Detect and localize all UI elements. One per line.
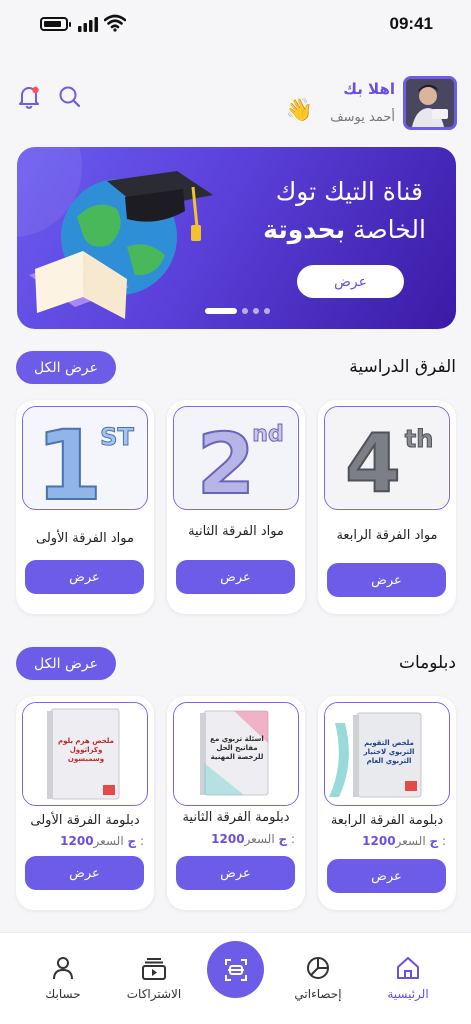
grade-2nd-badge-number: 2 — [197, 415, 255, 508]
promo-banner[interactable]: قناة التيك توك الخاصة بحدوتة عرض — [17, 147, 456, 329]
pie-chart-icon — [307, 957, 329, 979]
grade-card-title: مواد الفرقة الأولى — [36, 531, 134, 546]
home-icon — [397, 957, 419, 979]
carousel-dots[interactable] — [205, 308, 270, 316]
grade-1st-badge-number: 1 — [36, 410, 103, 508]
grade-1st-image: 1 ST — [22, 406, 148, 510]
grade-card-4th[interactable]: 4 th مواد الفرقة الرابعة عرض — [318, 400, 456, 614]
diploma-card-title: دبلومة الفرقة الثانية — [182, 810, 290, 825]
grade-2nd-view-button[interactable]: عرض — [176, 560, 295, 594]
diploma-card-1st[interactable]: ملخص هرم بلوم وكراثوول وسمبسون دبلومة ال… — [16, 696, 154, 910]
diploma-price: 1200ج السعر : — [362, 834, 446, 848]
nav-account[interactable]: حسابك — [18, 955, 108, 1009]
grades-cards: 4 th مواد الفرقة الرابعة عرض 2 nd مواد ا… — [16, 400, 456, 614]
grade-card-2nd[interactable]: 2 nd مواد الفرقة الثانية عرض — [167, 400, 305, 614]
carousel-dot[interactable] — [242, 308, 248, 314]
banner-title-line2: الخاصة بحدوتة — [263, 215, 426, 244]
diploma-2nd-book-image: اسئلة تربوي مع مفاتيح الحل للرخصة المهني… — [173, 702, 299, 806]
nav-home-label: الرئيسية — [387, 987, 429, 1001]
nav-subscriptions[interactable]: الاشتراكات — [109, 955, 199, 1009]
diploma-1st-book-image: ملخص هرم بلوم وكراثوول وسمبسون — [22, 702, 148, 806]
wifi-icon — [104, 14, 126, 32]
grades-view-all-button[interactable]: عرض الكل — [16, 351, 116, 384]
diploma-4th-book-text: ملخص التقويم التربوي لاختبار التربوي الع… — [363, 739, 415, 765]
grade-card-title: مواد الفرقة الرابعة — [336, 528, 438, 543]
grade-1st-view-button[interactable]: عرض — [25, 560, 144, 594]
grades-section-title: الفرق الدراسية — [349, 357, 456, 377]
diploma-price: 1200ج السعر : — [211, 832, 295, 846]
nav-stats-label: إحصاءاتي — [294, 987, 342, 1001]
diploma-card-title: دبلومة الفرقة الأولى — [30, 813, 140, 828]
diploma-4th-book-image: ملخص التقويم التربوي لاختبار التربوي الع… — [324, 702, 450, 806]
grade-4th-badge-number: 4 — [345, 417, 401, 508]
grade-4th-view-button[interactable]: عرض — [327, 563, 446, 597]
diploma-card-4th[interactable]: ملخص التقويم التربوي لاختبار التربوي الع… — [318, 696, 456, 910]
grades-section-header: عرض الكل الفرق الدراسية — [16, 351, 456, 385]
wave-emoji: 👋 — [285, 98, 313, 123]
diplomas-view-all-button[interactable]: عرض الكل — [16, 647, 116, 680]
search-icon[interactable] — [57, 84, 83, 110]
avatar[interactable] — [403, 76, 457, 130]
bell-icon[interactable] — [16, 84, 42, 110]
scan-icon — [224, 958, 247, 981]
status-bar: 09:41 — [0, 0, 471, 50]
banner-view-button[interactable]: عرض — [297, 265, 404, 298]
diploma-2nd-view-button[interactable]: عرض — [176, 856, 295, 890]
diplomas-cards: ملخص التقويم التربوي لاختبار التربوي الع… — [16, 696, 456, 910]
diplomas-section-title: دبلومات — [398, 653, 456, 673]
grade-2nd-badge-sup: nd — [252, 422, 283, 447]
grade-card-1st[interactable]: 1 ST مواد الفرقة الأولى عرض — [16, 400, 154, 614]
graduation-globe-illustration — [17, 147, 213, 319]
diploma-1st-book-text: ملخص هرم بلوم وكراثوول وسمبسون — [57, 737, 114, 763]
diploma-card-title: دبلومة الفرقة الرابعة — [330, 813, 444, 828]
grade-2nd-image: 2 nd — [173, 406, 299, 510]
scan-button[interactable] — [207, 941, 264, 998]
carousel-dot-active[interactable] — [205, 308, 237, 314]
carousel-dot[interactable] — [253, 308, 259, 314]
carousel-dot[interactable] — [264, 308, 270, 314]
diploma-card-2nd[interactable]: اسئلة تربوي مع مفاتيح الحل للرخصة المهني… — [167, 696, 305, 910]
nav-stats[interactable]: إحصاءاتي — [273, 955, 363, 1009]
grade-4th-image: 4 th — [324, 406, 450, 510]
diplomas-section-header: عرض الكل دبلومات — [16, 647, 456, 681]
diploma-2nd-book-text: اسئلة تربوي مع مفاتيح الحل للرخصة المهني… — [210, 735, 264, 761]
diploma-price: 1200ج السعر : — [60, 834, 144, 848]
banner-title-line1: قناة التيك توك — [275, 177, 423, 206]
grade-1st-badge-sup: ST — [100, 423, 134, 451]
diploma-1st-view-button[interactable]: عرض — [25, 856, 144, 890]
signal-icon — [78, 17, 98, 32]
bottom-nav: الرئيسية إحصاءاتي الاشتراكات حسابك — [0, 932, 471, 1024]
subscriptions-icon — [142, 958, 166, 980]
status-time: 09:41 — [389, 14, 433, 33]
nav-home[interactable]: الرئيسية — [363, 955, 453, 1009]
nav-account-label: حسابك — [45, 987, 81, 1001]
grade-card-title: مواد الفرقة الثانية — [188, 524, 284, 539]
grade-4th-badge-sup: th — [405, 425, 434, 453]
username: أحمد يوسف — [330, 110, 395, 125]
greeting-text: اهلا بك — [343, 80, 395, 98]
diploma-4th-view-button[interactable]: عرض — [327, 859, 446, 893]
nav-subscriptions-label: الاشتراكات — [126, 987, 182, 1001]
header: اهلا بك 👋 أحمد يوسف — [0, 72, 471, 134]
user-icon — [53, 957, 73, 980]
battery-icon — [40, 17, 71, 31]
